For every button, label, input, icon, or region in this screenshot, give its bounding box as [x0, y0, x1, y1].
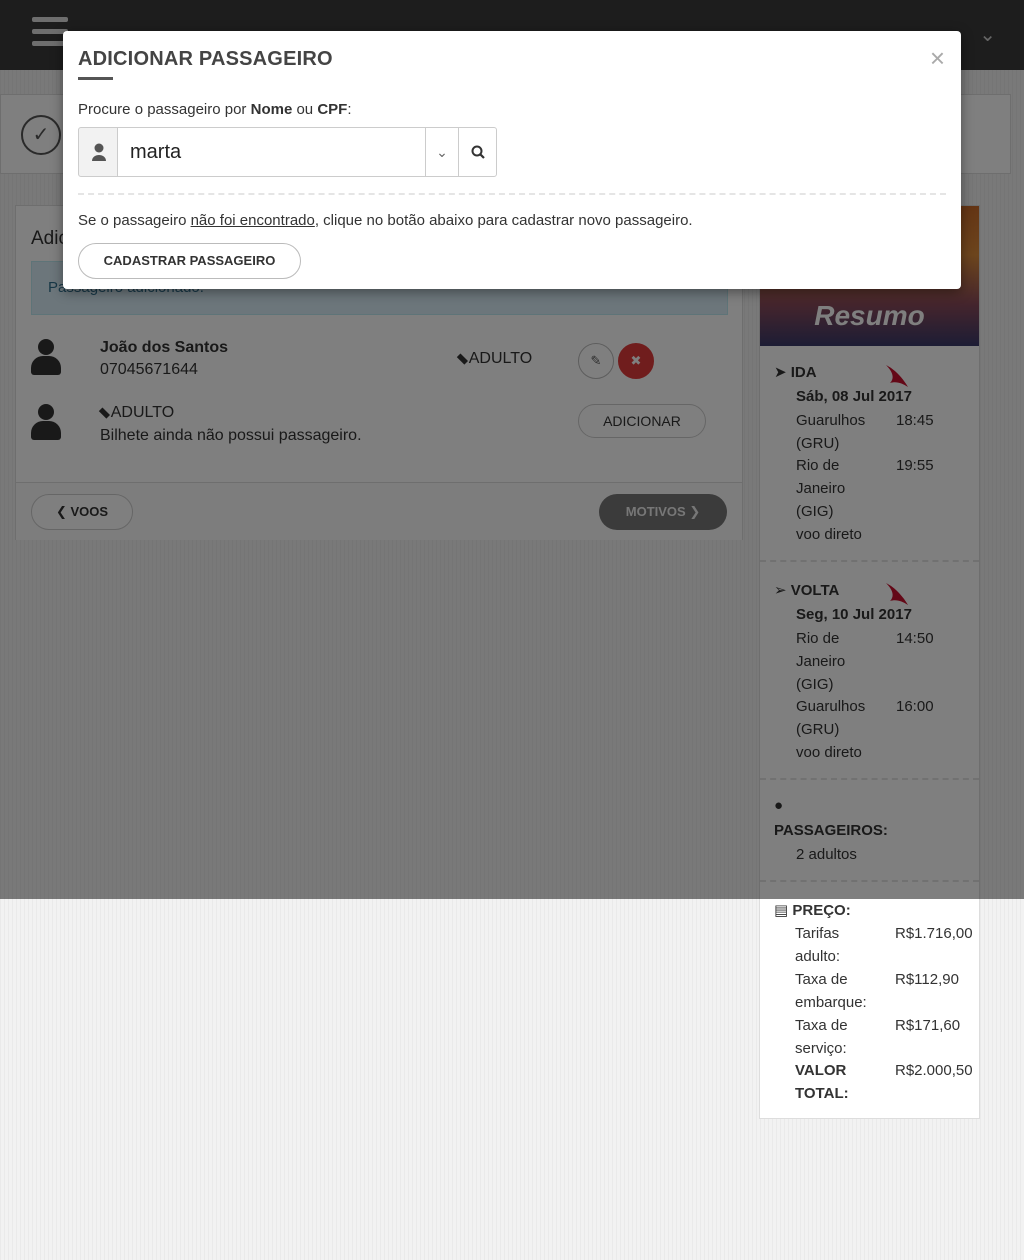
price-summary: ▤ PREÇO: Tarifas adulto: R$1.716,00 Taxa …	[760, 884, 979, 1114]
fares-label: Tarifas adulto:	[795, 925, 841, 965]
not-found-text: Se o passageiro não foi encontrado, cliq…	[78, 212, 693, 229]
fares-value: R$1.716,00	[895, 925, 973, 942]
user-icon	[78, 127, 118, 177]
boarding-fee-label: Taxa de embarque:	[795, 971, 867, 1011]
price-label: ▤ PREÇO:	[774, 902, 851, 919]
search-label: Procure o passageiro por Nome ou CPF:	[78, 101, 352, 118]
register-passenger-button[interactable]: CADASTRAR PASSAGEIRO	[78, 243, 301, 279]
add-passenger-modal: ADICIONAR PASSAGEIRO × Procure o passage…	[63, 31, 961, 289]
boarding-fee-value: R$112,90	[895, 971, 959, 988]
passenger-search-input[interactable]: marta	[117, 127, 426, 177]
divider	[78, 193, 946, 195]
search-icon[interactable]	[458, 127, 497, 177]
service-fee-label: Taxa de serviço:	[795, 1017, 848, 1057]
modal-title: ADICIONAR PASSAGEIRO	[78, 48, 333, 70]
total-label: VALOR TOTAL:	[795, 1062, 849, 1102]
total-value: R$2.000,50	[895, 1062, 973, 1079]
money-icon: ▤	[774, 902, 789, 919]
title-underline	[78, 77, 113, 80]
chevron-down-icon[interactable]: ⌄	[425, 127, 459, 177]
service-fee-value: R$171,60	[895, 1017, 961, 1034]
close-icon[interactable]: ×	[930, 45, 945, 71]
not-found-link[interactable]: não foi encontrado	[191, 212, 315, 229]
